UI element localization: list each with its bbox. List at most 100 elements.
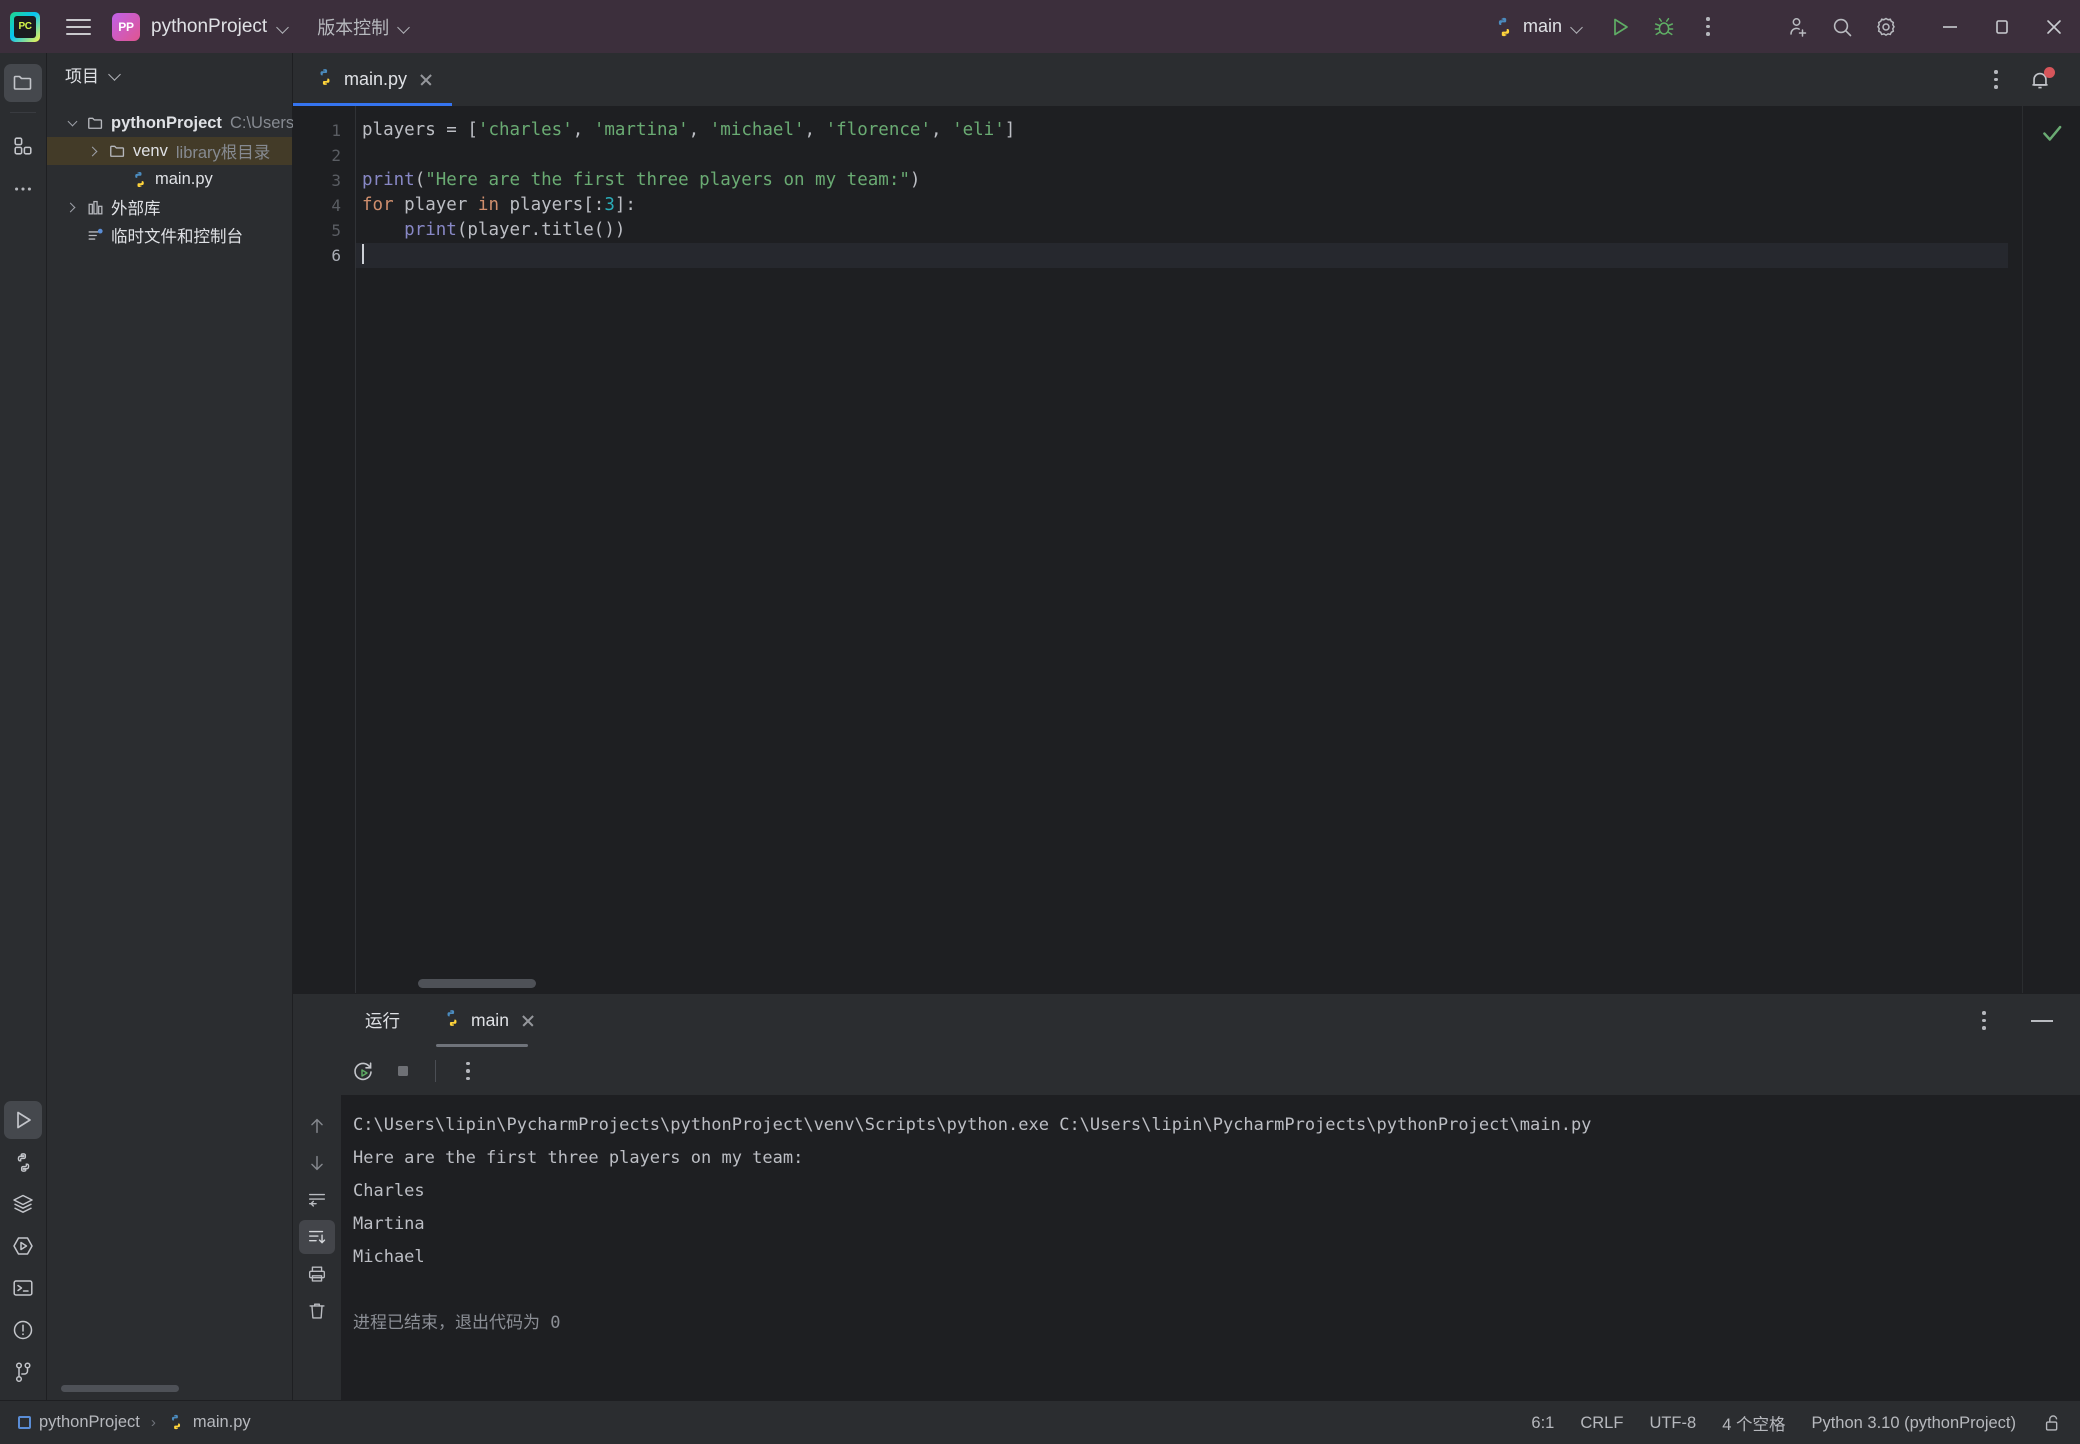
project-badge[interactable]: PP bbox=[112, 12, 140, 41]
services-button[interactable] bbox=[4, 1185, 42, 1223]
run-tab-main[interactable]: main bbox=[436, 994, 544, 1047]
python-packages-button[interactable] bbox=[4, 1143, 42, 1181]
tree-node-venv[interactable]: venv library根目录 bbox=[47, 137, 292, 165]
line-number: 4 bbox=[331, 196, 341, 215]
stop-button[interactable] bbox=[385, 1054, 421, 1088]
scroll-up-button[interactable] bbox=[299, 1109, 335, 1143]
editor-gutter[interactable]: 1 2 3 4 5 6 bbox=[293, 106, 355, 993]
editor-marker-rail[interactable] bbox=[2008, 106, 2022, 993]
project-name-label[interactable]: pythonProject bbox=[151, 16, 267, 38]
pycharm-logo-text: PC bbox=[14, 15, 36, 38]
python-console-button[interactable] bbox=[4, 1227, 42, 1265]
tree-node-scratches[interactable]: 临时文件和控制台 bbox=[47, 221, 292, 249]
tree-label: 临时文件和控制台 bbox=[111, 228, 243, 246]
code-token: ( bbox=[414, 170, 426, 190]
inspection-widget[interactable] bbox=[2022, 106, 2080, 993]
debug-button[interactable] bbox=[1642, 7, 1686, 47]
hamburger-menu-icon[interactable] bbox=[58, 10, 98, 44]
code-token: ]: bbox=[614, 195, 636, 215]
code-token: 'martina' bbox=[593, 120, 689, 140]
code-text-area[interactable]: players = ['charles', 'martina', 'michae… bbox=[355, 106, 2008, 993]
tree-node-pythonProject[interactable]: pythonProject C:\Users\li bbox=[47, 109, 306, 137]
code-line-5: print(player.title()) bbox=[356, 218, 2008, 243]
close-icon[interactable] bbox=[518, 1011, 538, 1031]
search-icon[interactable] bbox=[1820, 7, 1864, 47]
python-file-icon bbox=[442, 1008, 462, 1033]
editor-tab-main-py[interactable]: main.py bbox=[293, 53, 453, 106]
more-vertical-icon[interactable] bbox=[1686, 7, 1730, 47]
structure-tool-button[interactable] bbox=[4, 127, 42, 165]
folder-icon bbox=[105, 142, 129, 161]
code-token: for bbox=[362, 195, 394, 215]
gear-icon[interactable] bbox=[1864, 7, 1908, 47]
breadcrumb-file[interactable]: main.py bbox=[167, 1413, 251, 1433]
console-line: Martina bbox=[353, 1214, 425, 1234]
caret-position[interactable]: 6:1 bbox=[1531, 1414, 1554, 1433]
close-icon[interactable] bbox=[2028, 0, 2080, 53]
python-file-icon bbox=[127, 170, 151, 189]
title-bar-right: main bbox=[1493, 0, 2080, 53]
editor-tab-bar: main.py bbox=[293, 53, 2080, 106]
code-editor[interactable]: 1 2 3 4 5 6 players = ['charles', 'marti… bbox=[293, 106, 2080, 993]
scroll-down-button[interactable] bbox=[299, 1146, 335, 1180]
run-options-button[interactable] bbox=[450, 1054, 486, 1088]
chevron-down-icon[interactable] bbox=[61, 116, 83, 127]
print-button[interactable] bbox=[299, 1257, 335, 1291]
project-pane-horizontal-scrollbar[interactable] bbox=[61, 1385, 179, 1392]
left-strip-top-group bbox=[4, 53, 42, 208]
chevron-down-icon[interactable] bbox=[1570, 20, 1584, 34]
project-tree: pythonProject C:\Users\li venv library根目… bbox=[47, 95, 306, 249]
indent-setting[interactable]: 4 个空格 bbox=[1722, 1411, 1785, 1435]
terminal-button[interactable] bbox=[4, 1269, 42, 1307]
strip-divider bbox=[10, 112, 36, 113]
project-pane-header[interactable]: 项目 bbox=[47, 53, 292, 95]
scroll-to-end-button[interactable] bbox=[299, 1220, 335, 1254]
version-control-button[interactable] bbox=[4, 1353, 42, 1391]
vcs-menu-label[interactable]: 版本控制 bbox=[317, 14, 389, 40]
run-tool-button[interactable] bbox=[4, 1101, 42, 1139]
folder-icon bbox=[83, 114, 107, 133]
project-tool-button[interactable] bbox=[4, 64, 42, 102]
breadcrumb-project[interactable]: pythonProject bbox=[18, 1413, 140, 1432]
editor-horizontal-scrollbar[interactable] bbox=[418, 977, 1936, 989]
unlocked-padlock-icon[interactable] bbox=[2042, 1412, 2064, 1434]
module-icon bbox=[18, 1416, 31, 1429]
chevron-down-icon[interactable] bbox=[397, 20, 411, 34]
more-tool-windows-button[interactable] bbox=[4, 170, 42, 208]
chevron-right-icon[interactable] bbox=[83, 146, 105, 156]
run-window-options-button[interactable] bbox=[1962, 1001, 2006, 1041]
tree-node-external-libraries[interactable]: 外部库 bbox=[47, 193, 292, 221]
hide-window-button[interactable] bbox=[2020, 1001, 2064, 1041]
toolbar-divider bbox=[435, 1060, 436, 1082]
line-number: 3 bbox=[331, 171, 341, 190]
tree-node-main-py[interactable]: main.py bbox=[47, 165, 292, 193]
line-separator[interactable]: CRLF bbox=[1580, 1414, 1623, 1433]
soft-wrap-button[interactable] bbox=[299, 1183, 335, 1217]
maximize-icon[interactable] bbox=[1976, 0, 2028, 53]
minimize-icon[interactable] bbox=[1924, 0, 1976, 53]
code-token: ] bbox=[1004, 120, 1016, 140]
code-token: players[: bbox=[498, 195, 605, 215]
run-configuration-selector[interactable]: main bbox=[1493, 16, 1584, 38]
scrollbar-thumb[interactable] bbox=[418, 979, 536, 988]
rerun-button[interactable] bbox=[345, 1054, 381, 1088]
console-output[interactable]: C:\Users\lipin\PycharmProjects\pythonPro… bbox=[341, 1095, 2080, 1400]
clear-all-button[interactable] bbox=[299, 1294, 335, 1328]
close-icon[interactable] bbox=[416, 70, 436, 90]
problems-button[interactable] bbox=[4, 1311, 42, 1349]
chevron-down-icon[interactable] bbox=[276, 20, 290, 34]
console-side-toolbar bbox=[293, 1095, 341, 1400]
code-token: 'florence' bbox=[825, 120, 931, 140]
editor-options-button[interactable] bbox=[1974, 60, 2018, 100]
bell-icon[interactable] bbox=[2018, 60, 2062, 100]
interpreter-setting[interactable]: Python 3.10 (pythonProject) bbox=[1811, 1414, 2016, 1433]
code-token: = [ bbox=[446, 120, 478, 140]
chevron-down-icon[interactable] bbox=[108, 67, 122, 81]
add-account-icon[interactable] bbox=[1776, 7, 1820, 47]
file-encoding[interactable]: UTF-8 bbox=[1649, 1414, 1696, 1433]
run-tool-window: 运行 main C:\Users\lipin\PycharmProjects\p… bbox=[293, 993, 2080, 1400]
run-window-header: 运行 main bbox=[293, 994, 2080, 1047]
run-button[interactable] bbox=[1598, 7, 1642, 47]
chevron-right-icon[interactable] bbox=[61, 202, 83, 212]
